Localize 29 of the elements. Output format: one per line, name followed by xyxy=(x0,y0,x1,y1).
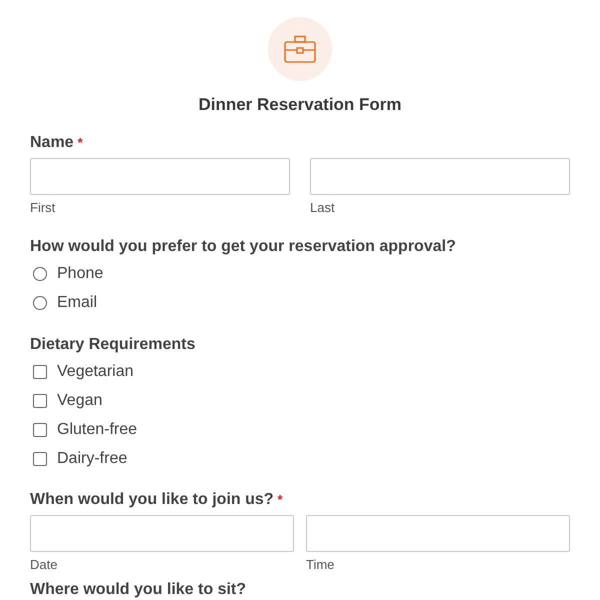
field-sublabel: Date xyxy=(30,557,58,573)
option-label: Email xyxy=(57,292,98,312)
option-label: Dairy-free xyxy=(57,448,128,468)
form-title: Dinner Reservation Form xyxy=(197,94,403,116)
text-field[interactable] xyxy=(30,515,294,552)
field-sublabel: First xyxy=(30,200,56,216)
text-field[interactable] xyxy=(306,515,570,552)
text-field[interactable] xyxy=(30,158,290,195)
field-label: Dietary Requirements xyxy=(30,335,196,355)
option-label: Gluten-free xyxy=(57,420,138,440)
required-asterisk: * xyxy=(78,134,83,152)
radio-button[interactable] xyxy=(33,266,47,280)
field-label: Name xyxy=(30,133,74,153)
field-label: How would you prefer to get your reservation approval? xyxy=(30,237,456,257)
field-label: When would you like to join us? xyxy=(30,490,274,510)
field-label: Where would you like to sit? xyxy=(30,580,246,600)
field-sublabel: Last xyxy=(310,200,335,216)
checkbox[interactable] xyxy=(33,422,47,436)
checkbox[interactable] xyxy=(33,452,47,466)
option-label: Phone xyxy=(57,264,104,284)
required-asterisk: * xyxy=(278,491,283,509)
option-label: Vegetarian xyxy=(57,362,134,382)
briefcase-icon xyxy=(284,35,316,63)
text-field[interactable] xyxy=(310,158,570,195)
checkbox[interactable] xyxy=(33,364,47,378)
checkbox[interactable] xyxy=(33,394,47,408)
field-sublabel: Time xyxy=(306,557,334,573)
option-label: Vegan xyxy=(57,390,102,410)
radio-button[interactable] xyxy=(33,296,47,310)
